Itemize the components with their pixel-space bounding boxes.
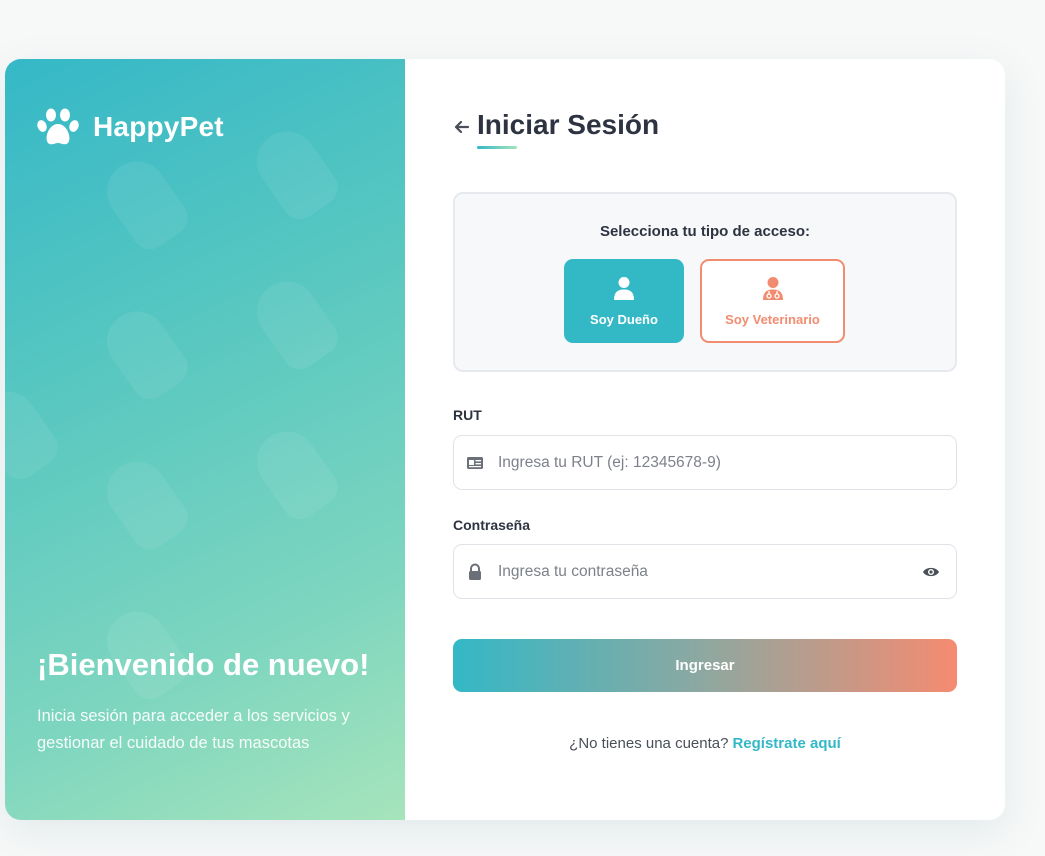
background-pattern bbox=[245, 119, 345, 227]
doctor-icon bbox=[762, 276, 783, 300]
background-pattern bbox=[95, 299, 195, 407]
register-prompt: ¿No tienes una cuenta? bbox=[569, 735, 729, 752]
password-label: Contraseña bbox=[453, 517, 531, 533]
welcome-heading: ¡Bienvenido de nuevo! bbox=[37, 647, 370, 682]
role-vet-button[interactable]: Soy Veterinario bbox=[700, 259, 845, 343]
brand-name: HappyPet bbox=[93, 111, 224, 142]
role-owner-label: Soy Dueño bbox=[590, 311, 658, 327]
access-type-selector: Selecciona tu tipo de acceso: Soy Dueño … bbox=[453, 192, 957, 372]
user-icon bbox=[614, 276, 634, 300]
background-pattern bbox=[95, 149, 195, 257]
password-input[interactable] bbox=[496, 561, 922, 582]
rut-label: RUT bbox=[453, 407, 482, 423]
login-card: HappyPet ¡Bienvenido de nuevo! Inicia se… bbox=[5, 59, 1005, 820]
login-panel: Iniciar Sesión Selecciona tu tipo de acc… bbox=[405, 59, 1005, 820]
paw-icon bbox=[37, 108, 79, 145]
background-pattern bbox=[5, 379, 65, 487]
register-row: ¿No tienes una cuenta? Regístrate aquí bbox=[453, 735, 957, 752]
submit-button[interactable]: Ingresar bbox=[453, 639, 957, 692]
rut-field[interactable] bbox=[453, 435, 957, 490]
id-card-icon bbox=[467, 456, 483, 469]
welcome-panel: HappyPet ¡Bienvenido de nuevo! Inicia se… bbox=[5, 59, 405, 820]
register-link[interactable]: Regístrate aquí bbox=[732, 735, 840, 752]
back-arrow-icon[interactable] bbox=[453, 119, 471, 135]
welcome-block: ¡Bienvenido de nuevo! Inicia sesión para… bbox=[37, 647, 382, 757]
lock-icon bbox=[469, 563, 481, 580]
title-underline bbox=[477, 146, 517, 149]
password-field[interactable] bbox=[453, 544, 957, 599]
brand: HappyPet bbox=[37, 107, 224, 147]
background-pattern bbox=[245, 269, 345, 377]
page-title: Iniciar Sesión bbox=[477, 109, 660, 140]
role-owner-button[interactable]: Soy Dueño bbox=[564, 259, 684, 343]
welcome-text: Inicia sesión para acceder a los servici… bbox=[37, 707, 350, 752]
title-row: Iniciar Sesión bbox=[453, 109, 659, 141]
eye-icon[interactable] bbox=[922, 565, 940, 579]
background-pattern bbox=[245, 419, 345, 527]
access-type-prompt: Selecciona tu tipo de acceso: bbox=[599, 223, 811, 240]
background-pattern bbox=[95, 449, 195, 557]
role-vet-label: Soy Veterinario bbox=[725, 311, 820, 327]
rut-input[interactable] bbox=[496, 452, 956, 473]
